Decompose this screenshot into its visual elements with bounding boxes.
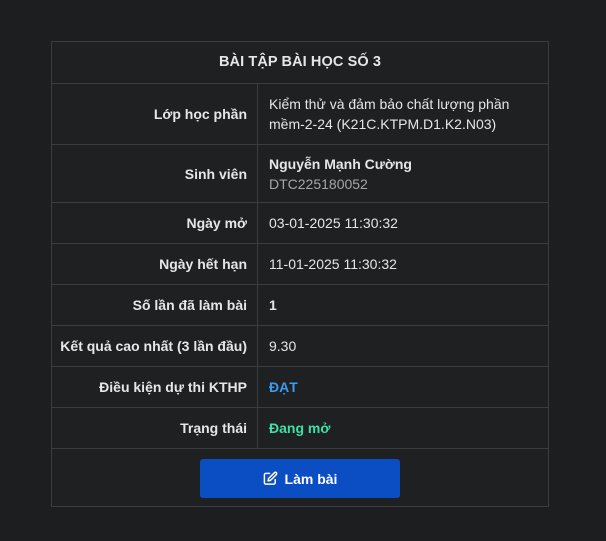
status-label: Trạng thái [52,408,258,448]
class-label: Lớp học phần [52,84,258,144]
assignment-card: BÀI TẬP BÀI HỌC SỐ 3 Lớp học phần Kiểm t… [51,41,549,507]
row-class: Lớp học phần Kiểm thử và đảm bảo chất lư… [52,84,548,145]
class-value-line1: Kiểm thử và đảm bảo chất lượng phần [269,96,510,112]
open-date-value: 03-01-2025 11:30:32 [269,215,398,231]
student-label: Sinh viên [52,145,258,202]
row-open-date: Ngày mở 03-01-2025 11:30:32 [52,203,548,244]
edit-icon [263,471,278,486]
card-title: BÀI TẬP BÀI HỌC SỐ 3 [52,42,548,84]
status-badge: Đang mở [269,420,331,436]
status-value: Đang mở [258,408,548,448]
student-name: Nguyễn Mạnh Cường [269,155,412,172]
card-footer: Làm bài [52,449,548,508]
eligibility-value: ĐẠT [258,367,548,407]
best-score-label: Kết quả cao nhất (3 lần đầu) [52,326,258,366]
row-student: Sinh viên Nguyễn Mạnh Cường DTC225180052 [52,145,548,203]
eligibility-badge: ĐẠT [269,379,298,395]
attempts-value: 1 [269,297,277,313]
student-id: DTC225180052 [269,175,368,192]
start-assignment-button[interactable]: Làm bài [200,459,400,498]
class-value-line2: mềm-2-24 (K21C.KTPM.D1.K2.N03) [269,116,497,132]
row-due-date: Ngày hết hạn 11-01-2025 11:30:32 [52,244,548,285]
row-attempts: Số lần đã làm bài 1 [52,285,548,326]
start-assignment-label: Làm bài [284,470,338,487]
open-date-label: Ngày mở [52,203,258,243]
row-status: Trạng thái Đang mở [52,408,548,449]
student-value: Nguyễn Mạnh Cường DTC225180052 [258,145,548,202]
attempts-label: Số lần đã làm bài [52,285,258,325]
due-date-value: 11-01-2025 11:30:32 [269,256,397,272]
row-best-score: Kết quả cao nhất (3 lần đầu) 9.30 [52,326,548,367]
due-date-label: Ngày hết hạn [52,244,258,284]
eligibility-label: Điều kiện dự thi KTHP [52,367,258,407]
class-value: Kiểm thử và đảm bảo chất lượng phần mềm-… [258,84,548,144]
best-score-value: 9.30 [269,338,297,354]
row-eligibility: Điều kiện dự thi KTHP ĐẠT [52,367,548,408]
